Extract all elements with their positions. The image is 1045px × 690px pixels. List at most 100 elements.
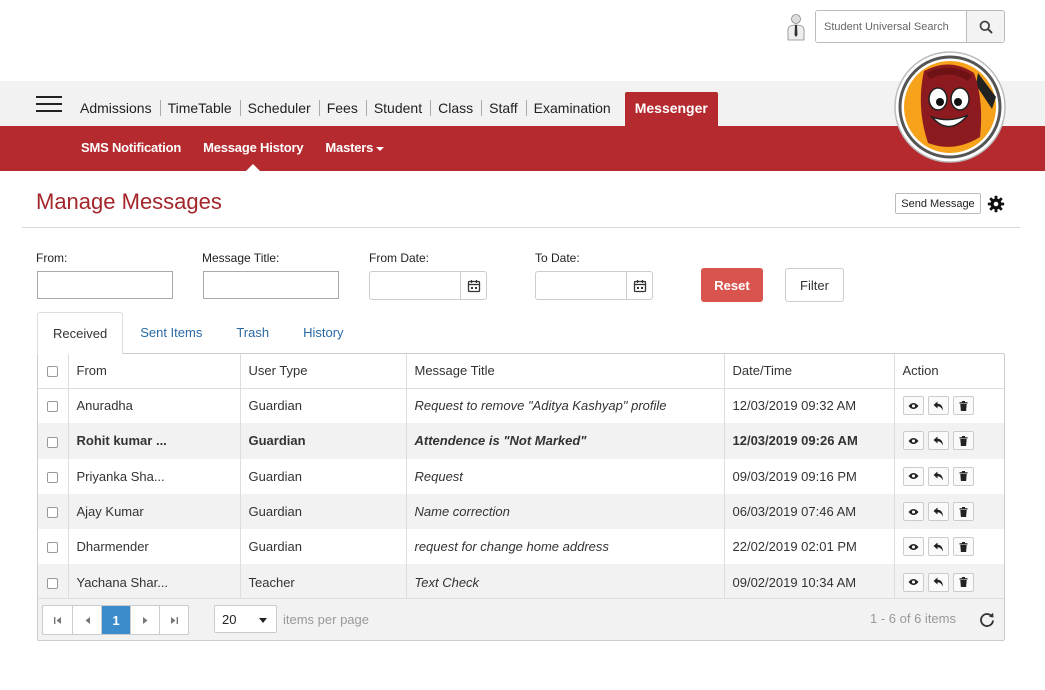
last-page-icon[interactable]: [159, 606, 188, 634]
nav-item-staff[interactable]: Staff: [481, 81, 526, 126]
sub-nav-masters[interactable]: Masters: [314, 126, 395, 171]
nav-item-timetable[interactable]: TimeTable: [159, 81, 240, 126]
to-date-input[interactable]: [536, 272, 626, 299]
tab-trash[interactable]: Trash: [219, 312, 286, 354]
delete-icon[interactable]: [952, 502, 974, 522]
delete-icon[interactable]: [952, 572, 974, 592]
row-select-cell: [38, 388, 68, 423]
nav-item-admissions[interactable]: Admissions: [72, 81, 160, 126]
row-actions: [893, 529, 1004, 565]
reply-icon[interactable]: [927, 431, 949, 451]
row-checkbox[interactable]: [47, 577, 59, 589]
delete-icon[interactable]: [952, 537, 974, 557]
row-user-type: Guardian: [239, 529, 406, 565]
menu-icon[interactable]: [36, 96, 62, 114]
row-checkbox[interactable]: [47, 542, 59, 554]
to-date-picker: [535, 271, 653, 300]
view-icon[interactable]: [902, 396, 924, 416]
row-from: Priyanka Sha...: [67, 458, 240, 494]
student-search: [815, 10, 1005, 43]
row-user-type: Guardian: [239, 493, 406, 530]
view-icon[interactable]: [902, 431, 924, 451]
table-row[interactable]: Ajay Kumar Guardian Name correction 06/0…: [38, 493, 1004, 530]
filter-button[interactable]: Filter: [785, 268, 844, 302]
tab-received[interactable]: Received: [37, 312, 124, 354]
table-row[interactable]: Dharmender Guardian request for change h…: [38, 529, 1004, 565]
select-all-checkbox[interactable]: [47, 366, 59, 378]
row-message-title: request for change home address: [405, 529, 724, 565]
nav-item-student[interactable]: Student: [365, 81, 430, 126]
messages-grid: From User Type Message Title Date/Time A…: [37, 353, 1005, 641]
from-date-input[interactable]: [370, 272, 460, 299]
row-datetime: 06/03/2019 07:46 AM: [723, 493, 894, 530]
column-header-datetime[interactable]: Date/Time: [723, 354, 894, 389]
table-row[interactable]: Anuradha Guardian Request to remove "Adi…: [38, 388, 1004, 424]
sub-nav-sms-notification[interactable]: SMS Notification: [70, 126, 192, 171]
pager: 1 20 items per page 1 - 6 of 6 items: [38, 598, 1004, 640]
table-row[interactable]: Rohit kumar ... Guardian Attendence is "…: [38, 423, 1004, 459]
from-label: From:: [36, 251, 68, 265]
view-icon[interactable]: [902, 502, 924, 522]
search-input[interactable]: [816, 11, 966, 42]
mascot-logo: [894, 51, 1006, 163]
message-title-label: Message Title:: [202, 251, 280, 265]
send-message-button[interactable]: Send Message: [895, 193, 981, 214]
reply-icon[interactable]: [927, 466, 949, 486]
nav-item-scheduler[interactable]: Scheduler: [239, 81, 319, 126]
row-checkbox[interactable]: [47, 471, 59, 483]
from-input[interactable]: [37, 271, 173, 299]
view-icon[interactable]: [902, 572, 924, 592]
reply-icon[interactable]: [927, 396, 949, 416]
row-user-type: Guardian: [239, 458, 406, 494]
tab-history[interactable]: History: [286, 312, 360, 354]
column-header-message-title[interactable]: Message Title: [405, 354, 724, 389]
row-datetime: 22/02/2019 02:01 PM: [723, 529, 894, 565]
row-from: Dharmender: [67, 529, 240, 565]
delete-icon[interactable]: [952, 431, 974, 451]
row-checkbox[interactable]: [47, 401, 59, 413]
row-select-cell: [38, 423, 68, 459]
delete-icon[interactable]: [952, 396, 974, 416]
column-header-user-type[interactable]: User Type: [239, 354, 406, 389]
next-page-icon[interactable]: [130, 606, 159, 634]
nav-item-class[interactable]: Class: [430, 81, 481, 126]
view-icon[interactable]: [902, 537, 924, 557]
table-header-row: From User Type Message Title Date/Time A…: [38, 354, 1004, 389]
row-datetime: 12/03/2019 09:32 AM: [723, 388, 894, 424]
calendar-icon[interactable]: [626, 272, 652, 299]
gear-icon[interactable]: [987, 195, 1005, 213]
reset-button[interactable]: Reset: [701, 268, 763, 302]
table-row[interactable]: Yachana Shar... Teacher Text Check 09/02…: [38, 564, 1004, 600]
page-number-current[interactable]: 1: [101, 606, 130, 634]
table-row[interactable]: Priyanka Sha... Guardian Request 09/03/2…: [38, 458, 1004, 494]
row-checkbox[interactable]: [47, 436, 59, 448]
sub-nav: SMS Notification Message History Masters: [0, 126, 1045, 171]
sub-nav-message-history[interactable]: Message History: [192, 126, 314, 171]
from-date-picker: [369, 271, 487, 300]
nav-item-examination[interactable]: Examination: [525, 81, 619, 126]
user-icon[interactable]: [786, 13, 806, 41]
row-checkbox[interactable]: [47, 507, 59, 519]
message-title-input[interactable]: [203, 271, 339, 299]
view-icon[interactable]: [902, 466, 924, 486]
calendar-icon[interactable]: [460, 272, 486, 299]
reply-icon[interactable]: [927, 572, 949, 592]
refresh-icon[interactable]: [978, 611, 996, 629]
reply-icon[interactable]: [927, 502, 949, 522]
row-from: Anuradha: [67, 388, 240, 424]
caret-down-icon: [376, 146, 385, 151]
nav-item-messenger[interactable]: Messenger: [624, 92, 718, 126]
page-title: Manage Messages: [36, 189, 222, 214]
first-page-icon[interactable]: [43, 606, 72, 634]
search-button[interactable]: [966, 11, 1004, 42]
delete-icon[interactable]: [952, 466, 974, 486]
page-size-select[interactable]: 20: [214, 605, 277, 633]
reply-icon[interactable]: [927, 537, 949, 557]
title-divider: [22, 227, 1020, 228]
column-header-from[interactable]: From: [67, 354, 240, 389]
select-all-cell: [38, 354, 68, 389]
items-per-page-label: items per page: [283, 612, 369, 627]
nav-item-fees[interactable]: Fees: [318, 81, 366, 126]
prev-page-icon[interactable]: [72, 606, 101, 634]
tab-sent-items[interactable]: Sent Items: [123, 312, 219, 354]
